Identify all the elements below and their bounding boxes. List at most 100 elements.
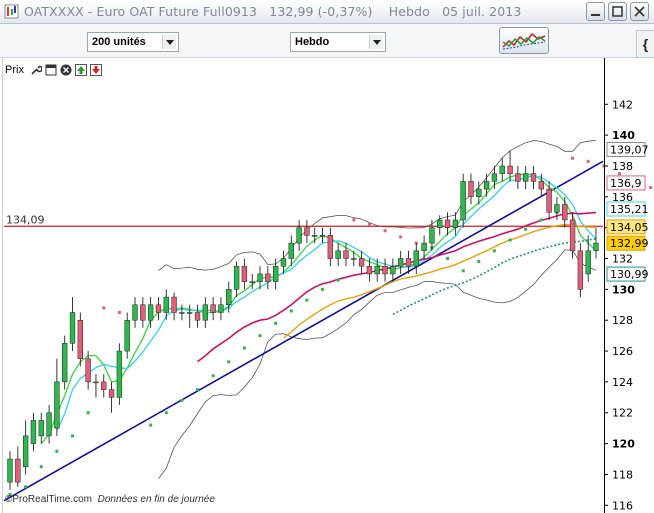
candle-body — [62, 343, 68, 383]
candle-body — [358, 258, 365, 267]
candle-body — [351, 258, 357, 260]
y-tick-label: 140 — [612, 129, 635, 142]
candle-body — [397, 258, 404, 267]
sar-point — [446, 257, 450, 261]
sar-point — [117, 310, 121, 314]
candle-body — [554, 204, 560, 213]
candle-body — [343, 250, 349, 259]
sar-point — [524, 227, 528, 231]
candle-body — [15, 458, 21, 483]
candle-body — [569, 219, 576, 252]
trendline — [3, 160, 604, 502]
candle-body — [476, 188, 482, 198]
sar-point — [539, 218, 543, 222]
horizontal-line-label: 134,09 — [6, 213, 45, 226]
candle-body — [210, 304, 216, 313]
candle-body — [460, 181, 466, 221]
sar-point — [55, 449, 59, 453]
candle-body — [140, 304, 146, 321]
candle-body — [249, 281, 255, 283]
down-arrow-icon[interactable] — [89, 64, 102, 76]
last-value-label: 130,99 — [610, 268, 649, 281]
candle-body — [577, 250, 584, 290]
candle-body — [538, 181, 544, 190]
y-tick-label: 132 — [612, 253, 633, 266]
up-arrow-icon[interactable] — [74, 64, 87, 76]
sar-point — [383, 229, 387, 233]
candle-body — [444, 219, 451, 228]
sar-point — [508, 238, 512, 242]
sar-point — [477, 260, 481, 264]
candle-body — [515, 173, 521, 182]
sar-point — [649, 186, 653, 190]
sar-point — [258, 334, 262, 338]
ma-magenta — [197, 211, 597, 363]
candle-body — [562, 204, 568, 221]
candle-body — [280, 258, 287, 267]
chart-header: Prix — [5, 62, 102, 78]
candle-body — [382, 265, 388, 275]
candle-body — [77, 319, 83, 360]
candle-body — [155, 304, 162, 313]
sar-point — [305, 298, 309, 302]
candle-body — [452, 219, 459, 228]
bollinger-lower — [158, 249, 597, 479]
candle-body — [546, 188, 552, 213]
window-icon[interactable] — [45, 64, 57, 76]
candle-body — [233, 265, 240, 290]
y-tick-label: 126 — [612, 345, 633, 358]
candle-body — [593, 242, 599, 252]
candle-body — [69, 312, 76, 344]
footer-brand: ©ProRealTime.com — [5, 494, 93, 505]
candle-body — [530, 173, 537, 182]
candle-body — [7, 458, 13, 483]
sar-point — [289, 309, 293, 313]
candle-body — [405, 258, 412, 267]
candle-body — [468, 181, 474, 198]
candle-body — [491, 173, 498, 182]
candle-body — [226, 289, 232, 306]
candle-body — [507, 165, 513, 174]
y-tick-label: 138 — [612, 160, 633, 173]
sar-point — [242, 346, 246, 350]
candle-body — [523, 173, 529, 182]
sar-point — [211, 374, 215, 378]
candle-body — [132, 304, 138, 321]
candle-body — [22, 435, 29, 467]
wrench-icon[interactable] — [30, 64, 42, 76]
sar-point — [71, 434, 75, 438]
ma-cyan — [56, 175, 597, 431]
sar-point — [321, 287, 325, 291]
candle-body — [327, 235, 334, 259]
candle-body — [390, 265, 396, 275]
sar-point — [352, 218, 356, 222]
candle-body — [38, 420, 44, 437]
y-tick-label: 128 — [612, 314, 633, 327]
last-value-label: 135,21 — [610, 203, 649, 216]
ma-green — [40, 172, 597, 445]
candle-body — [374, 265, 380, 275]
candle-body — [366, 265, 373, 275]
candle-body — [202, 304, 209, 321]
candle-body — [304, 227, 310, 236]
candle-body — [194, 312, 201, 321]
candle-body — [335, 250, 341, 259]
chart-footer: ©ProRealTime.com Données en fin de journ… — [5, 494, 215, 505]
last-value-label: 139,07 — [610, 143, 649, 156]
candle-body — [147, 304, 154, 321]
candle-body — [218, 304, 224, 313]
y-tick-label: 118 — [612, 468, 633, 481]
sar-point — [86, 411, 90, 415]
candle-body — [296, 227, 302, 244]
candle-body — [272, 265, 279, 282]
footer-note: Données en fin de journée — [97, 494, 215, 505]
candle-body — [319, 235, 326, 237]
sar-point — [586, 159, 590, 163]
candle-body — [30, 420, 37, 444]
sar-point — [227, 360, 231, 364]
sar-point — [367, 223, 371, 227]
candle-body — [85, 358, 91, 383]
candle-body — [585, 250, 591, 275]
candle-body — [257, 273, 263, 282]
close-circle-icon[interactable] — [60, 64, 72, 76]
